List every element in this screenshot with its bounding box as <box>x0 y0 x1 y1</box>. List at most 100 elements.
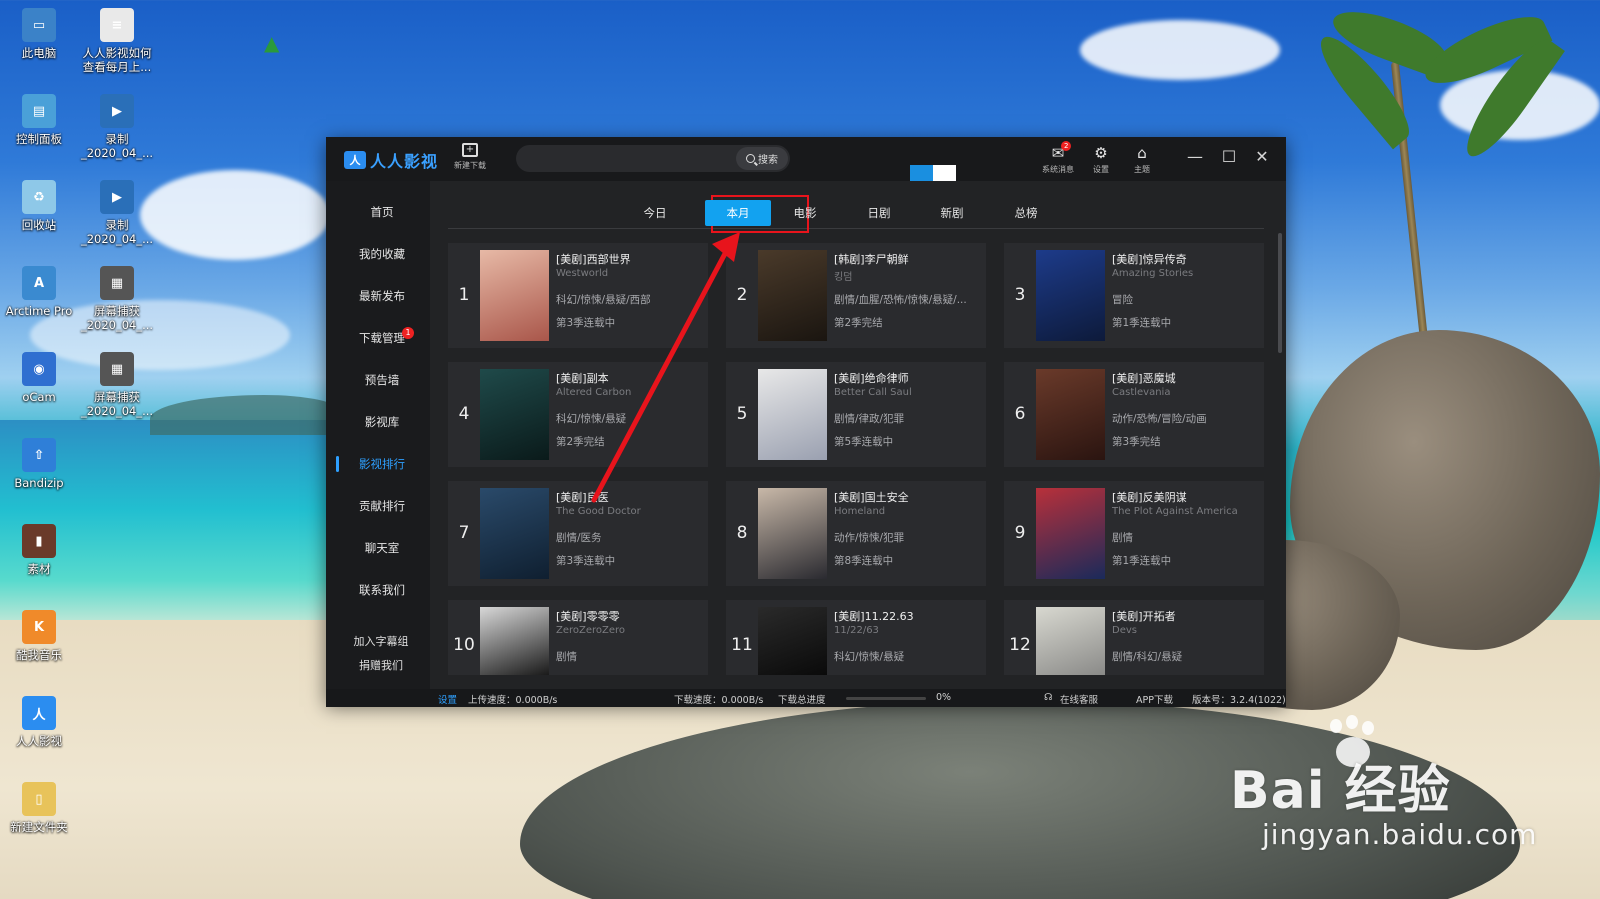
desktop-icon[interactable]: ▭ 此电脑 <box>2 8 76 60</box>
ranking-tab[interactable]: 电影 <box>780 200 830 226</box>
join-subtitle-group-link[interactable]: 加入字幕组 <box>326 633 430 649</box>
poster-image[interactable] <box>1036 607 1105 675</box>
app-logo[interactable]: 人 人人影视 <box>344 149 438 171</box>
search-icon <box>746 154 755 163</box>
ranking-tab[interactable]: 今日 <box>630 200 680 226</box>
show-title[interactable]: [美剧]良医 <box>556 489 704 505</box>
show-title[interactable]: [美剧]副本 <box>556 370 704 386</box>
ranking-card[interactable]: 5 [美剧]绝命律师 Better Call Saul 剧情/律政/犯罪 第5季连载中 <box>726 362 986 467</box>
show-title[interactable]: [美剧]国土安全 <box>834 489 982 505</box>
desktop-icon[interactable]: 人人人影视 <box>2 696 76 748</box>
show-title[interactable]: [美剧]开拓者 <box>1112 608 1260 624</box>
ranking-tab[interactable]: 日剧 <box>854 200 904 226</box>
ranking-card[interactable]: 4 [美剧]副本 Altered Carbon 科幻/惊悚/悬疑 第2季完结 <box>448 362 708 467</box>
desktop-icon[interactable]: ▦ 屏幕捕获_2020_04_... <box>80 266 154 332</box>
sidebar-item[interactable]: 影视排行 <box>326 449 430 479</box>
show-genre: 剧情 <box>1112 532 1133 544</box>
desktop-icon[interactable]: ▶ 录制_2020_04_... <box>80 180 154 246</box>
ranking-card[interactable]: 11 [美剧]11.22.63 11/22/63 科幻/惊悚/悬疑 <box>726 600 986 675</box>
desktop-app-icon: 人 <box>22 696 56 730</box>
show-title[interactable]: [美剧]绝命律师 <box>834 370 982 386</box>
show-title[interactable]: [美剧]恶魔城 <box>1112 370 1260 386</box>
maximize-icon[interactable]: ☐ <box>1218 147 1240 166</box>
shirt-icon: ⌂ <box>1137 144 1147 162</box>
poster-image[interactable] <box>758 250 827 341</box>
desktop-icon[interactable]: ▮ 素材 <box>2 524 76 576</box>
ranking-card[interactable]: 3 [美剧]惊异传奇 Amazing Stories 冒险 第1季连载中 <box>1004 243 1264 348</box>
scrollbar[interactable] <box>1278 233 1282 353</box>
sidebar-item[interactable]: 贡献排行 <box>326 491 430 521</box>
sidebar-item[interactable]: 我的收藏 <box>326 239 430 269</box>
desktop-icon[interactable]: A Arctime Pro <box>2 266 76 318</box>
desktop-app-icon: ▯ <box>22 782 56 816</box>
ranking-card[interactable]: 8 [美剧]国土安全 Homeland 动作/惊悚/犯罪 第8季连载中 <box>726 481 986 586</box>
desktop-app-icon: ▮ <box>22 524 56 558</box>
desktop-icon[interactable]: ▯ 新建文件夹 <box>2 782 76 834</box>
sidebar-item-label: 下载管理 <box>359 331 405 345</box>
sidebar-item-label: 影视排行 <box>359 457 405 471</box>
search-button[interactable]: 搜索 <box>736 147 788 170</box>
ranking-card[interactable]: 6 [美剧]恶魔城 Castlevania 动作/恐怖/冒险/动画 第3季完结 <box>1004 362 1264 467</box>
poster-image[interactable] <box>480 369 549 460</box>
sidebar-item[interactable]: 首页 <box>326 197 430 227</box>
ranking-card[interactable]: 1 [美剧]西部世界 Westworld 科幻/惊悚/悬疑/西部 第3季连载中 <box>448 243 708 348</box>
desktop-icon[interactable]: ▤ 控制面板 <box>2 94 76 146</box>
status-settings-link[interactable]: 设置 <box>438 692 457 706</box>
minimize-icon[interactable]: — <box>1184 147 1206 166</box>
show-title[interactable]: [韩剧]李尸朝鲜 <box>834 251 982 267</box>
plus-icon: + <box>462 143 478 157</box>
logo-mark-icon: 人 <box>344 151 366 169</box>
ranking-tab[interactable]: 本月 <box>705 200 771 226</box>
desktop-icon-label: Arctime Pro <box>5 304 73 318</box>
ranking-card[interactable]: 7 [美剧]良医 The Good Doctor 剧情/医务 第3季连载中 <box>448 481 708 586</box>
download-speed: 下载速度：0.000B/s <box>674 695 764 706</box>
close-icon[interactable]: ✕ <box>1251 147 1273 166</box>
show-title[interactable]: [美剧]零零零 <box>556 608 704 624</box>
theme-button[interactable]: ⌂ 主题 <box>1122 143 1162 175</box>
show-title[interactable]: [美剧]惊异传奇 <box>1112 251 1260 267</box>
show-status: 第2季完结 <box>834 317 883 329</box>
show-title[interactable]: [美剧]11.22.63 <box>834 608 982 624</box>
messages-button[interactable]: ✉ 2 系统消息 <box>1038 141 1078 175</box>
poster-image[interactable] <box>1036 250 1105 341</box>
show-title[interactable]: [美剧]反美阴谋 <box>1112 489 1260 505</box>
ranking-tab[interactable]: 总榜 <box>1001 200 1051 226</box>
ranking-card[interactable]: 10 [美剧]零零零 ZeroZeroZero 剧情 <box>448 600 708 675</box>
poster-image[interactable] <box>758 607 827 675</box>
sidebar-item-label: 贡献排行 <box>359 499 405 513</box>
ranking-tab[interactable]: 新剧 <box>927 200 977 226</box>
sidebar-item[interactable]: 聊天室 <box>326 533 430 563</box>
new-download-button[interactable]: + 新建下载 <box>450 143 490 171</box>
poster-image[interactable] <box>480 250 549 341</box>
poster-image[interactable] <box>480 488 549 579</box>
desktop-icon[interactable]: ⇧ Bandizip <box>2 438 76 490</box>
poster-image[interactable] <box>758 488 827 579</box>
sidebar-item[interactable]: 联系我们 <box>326 575 430 605</box>
settings-button[interactable]: ⚙ 设置 <box>1081 143 1121 175</box>
app-download-link[interactable]: APP下载 <box>1136 692 1173 706</box>
poster-image[interactable] <box>480 607 549 675</box>
ranking-card[interactable]: 9 [美剧]反美阴谋 The Plot Against America 剧情 第1季连载… <box>1004 481 1264 586</box>
online-service-link[interactable]: 在线客服 <box>1060 692 1098 706</box>
desktop-icon[interactable]: ◉ oCam <box>2 352 76 404</box>
sidebar-item[interactable]: 下载管理 1 <box>326 323 430 353</box>
poster-image[interactable] <box>1036 369 1105 460</box>
desktop-icon[interactable]: ≡ 人人影视如何查看每月上... <box>80 8 154 74</box>
desktop-icon[interactable]: ▶ 录制_2020_04_... <box>80 94 154 160</box>
donate-link[interactable]: 捐赠我们 <box>326 657 430 673</box>
show-title[interactable]: [美剧]西部世界 <box>556 251 704 267</box>
sidebar-item[interactable]: 最新发布 <box>326 281 430 311</box>
rank-number: 12 <box>1009 635 1031 655</box>
sidebar-item[interactable]: 影视库 <box>326 407 430 437</box>
poster-image[interactable] <box>758 369 827 460</box>
poster-image[interactable] <box>1036 488 1105 579</box>
ranking-card[interactable]: 2 [韩剧]李尸朝鲜 킹덤 剧情/血腥/恐怖/惊悚/悬疑/... 第2季完结 <box>726 243 986 348</box>
version-label: 版本号：3.2.4(1022) <box>1192 695 1286 706</box>
search-input[interactable] <box>526 149 726 168</box>
ranking-card[interactable]: 12 [美剧]开拓者 Devs 剧情/科幻/悬疑 <box>1004 600 1264 675</box>
desktop-icon[interactable]: K 酷我音乐 <box>2 610 76 662</box>
desktop-icon[interactable]: ▦ 屏幕捕获_2020_04_... <box>80 352 154 418</box>
desktop-icon[interactable]: ♻ 回收站 <box>2 180 76 232</box>
sidebar-item[interactable]: 预告墙 <box>326 365 430 395</box>
desktop-app-icon: K <box>22 610 56 644</box>
